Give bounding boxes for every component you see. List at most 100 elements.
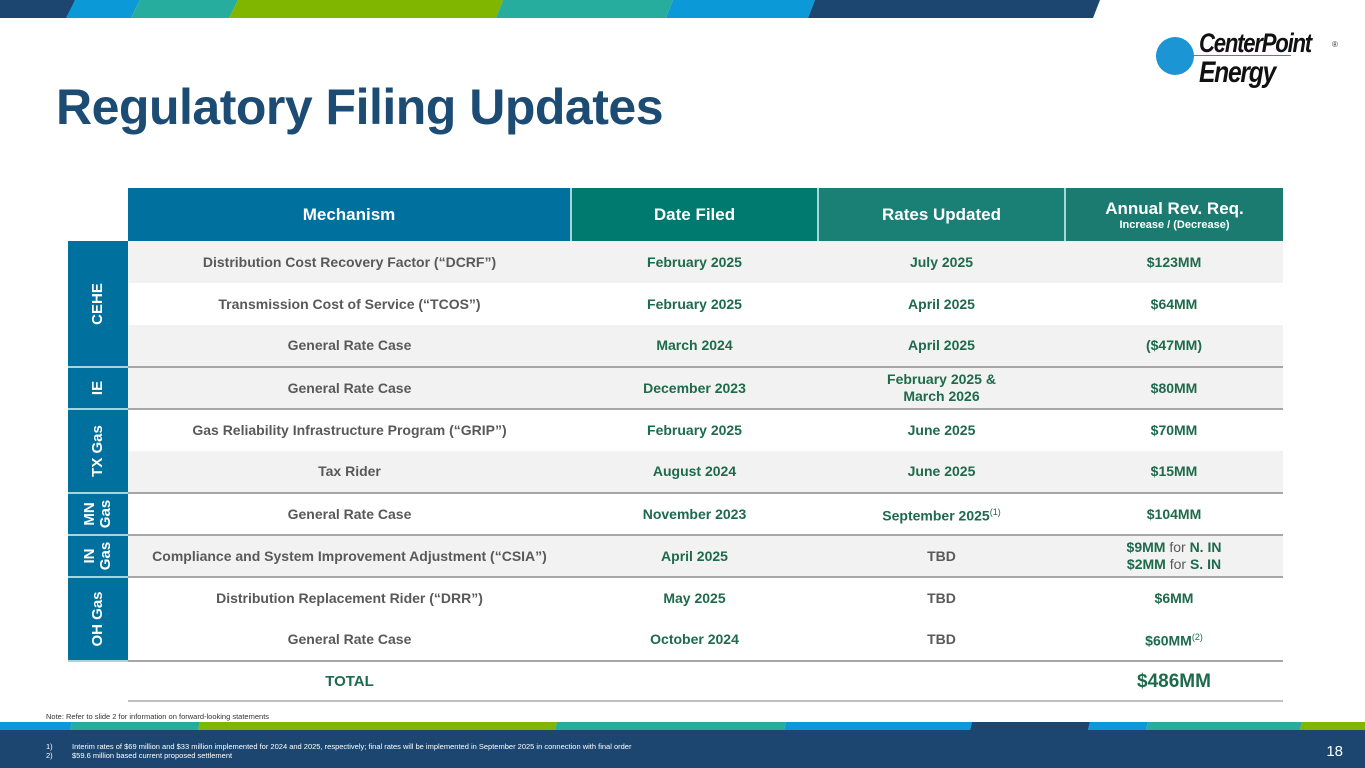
header-rates-updated: Rates Updated — [817, 188, 1065, 241]
rates-line2: March 2026 — [903, 388, 980, 404]
cell-mechanism: General Rate Case — [128, 492, 571, 535]
cell-date-filed: February 2025 — [571, 408, 818, 451]
cell-mechanism: Transmission Cost of Service (“TCOS”) — [128, 283, 571, 325]
header-mechanism: Mechanism — [128, 188, 571, 241]
group-ie: IE — [68, 367, 128, 410]
cell-date-filed: November 2023 — [571, 492, 818, 535]
total-label: TOTAL — [128, 660, 571, 702]
group-label: IN — [81, 548, 98, 564]
header-annual-rev-req: Annual Rev. Req. Increase / (Decrease) — [1064, 188, 1283, 241]
logo-circle-icon — [1156, 37, 1194, 75]
rev-for: for — [1169, 556, 1187, 572]
footnote-ref: (2) — [1191, 632, 1203, 643]
regulatory-filings-table: Mechanism Date Filed Rates Updated Annua… — [68, 188, 1283, 702]
group-oh-gas: OH Gas — [68, 577, 128, 662]
group-in-gas: IN Gas — [68, 535, 128, 578]
total-value: $486MM — [1065, 660, 1283, 702]
header-annual-sub: Increase / (Decrease) — [1119, 218, 1230, 231]
table-row: General Rate Case October 2024 TBD $60MM… — [68, 619, 1283, 661]
footnote-text: Interim rates of $69 million and $33 mil… — [72, 742, 632, 751]
rates-line1: February 2025 & — [887, 371, 996, 387]
footnote-1: 1) Interim rates of $69 million and $33 m… — [46, 742, 631, 751]
cell-rates-updated: TBD — [818, 576, 1065, 619]
cell-mechanism: Compliance and System Improvement Adjust… — [128, 534, 571, 577]
logo-text-line2: Energy — [1199, 56, 1276, 89]
table-row: MN Gas General Rate Case November 2023 Se… — [68, 492, 1283, 536]
total-blank — [68, 661, 128, 701]
cell-annual-rev: $70MM — [1065, 408, 1283, 451]
table-row: IN Gas Compliance and System Improvement … — [68, 534, 1283, 578]
rev-region: S. IN — [1189, 556, 1222, 572]
rev-amount: $9MM — [1126, 539, 1166, 555]
cell-annual-rev: $15MM — [1065, 451, 1283, 493]
cell-mechanism: Distribution Replacement Rider (“DRR”) — [128, 576, 571, 619]
cell-mechanism: General Rate Case — [128, 366, 571, 409]
header-date-filed: Date Filed — [570, 188, 818, 241]
footnote-text: $59.6 million based current proposed set… — [72, 751, 233, 760]
table-row: Tax Rider August 2024 June 2025 $15MM — [68, 451, 1283, 493]
cell-annual-rev: $6MM — [1065, 576, 1283, 619]
cell-rates-updated: June 2025 — [818, 408, 1065, 451]
group-label: CEHE — [89, 282, 106, 325]
cell-rates-updated: June 2025 — [818, 451, 1065, 493]
rev-for: for — [1169, 539, 1186, 555]
cell-annual-rev: $9MM for N. IN $2MM for S. IN — [1065, 534, 1283, 577]
cell-date-filed: May 2025 — [571, 576, 818, 619]
cell-mechanism: Gas Reliability Infrastructure Program (… — [128, 408, 571, 451]
table-header-row: Mechanism Date Filed Rates Updated Annua… — [68, 188, 1283, 241]
group-tx-gas: TX Gas — [68, 409, 128, 494]
logo-text-line1: CenterPoint — [1199, 28, 1312, 58]
cell-date-filed: December 2023 — [571, 366, 818, 409]
table-row: OH Gas Distribution Replacement Rider (“… — [68, 576, 1283, 662]
footer-band: 1) Interim rates of $69 million and $33 m… — [0, 730, 1365, 768]
cell-rates-updated: July 2025 — [818, 241, 1065, 283]
cell-date-filed: March 2024 — [571, 325, 818, 367]
rev-amount: $60MM — [1145, 632, 1192, 649]
page-number: 18 — [1326, 743, 1343, 760]
total-empty — [571, 660, 818, 702]
footnote-number: 2) — [46, 751, 53, 760]
cell-annual-rev: $64MM — [1065, 283, 1283, 325]
table-row: IE General Rate Case December 2023 Febru… — [68, 366, 1283, 410]
forward-looking-note: Note: Refer to slide 2 for information o… — [46, 712, 270, 721]
cell-rates-updated: April 2025 — [818, 283, 1065, 325]
total-row: TOTAL $486MM — [68, 660, 1283, 702]
group-label: MN — [81, 502, 98, 526]
group-label: TX Gas — [89, 425, 106, 477]
table-row: Transmission Cost of Service (“TCOS”) Fe… — [68, 283, 1283, 325]
rev-amount: $2MM — [1126, 556, 1166, 572]
cell-mechanism: Tax Rider — [128, 451, 571, 493]
cell-annual-rev: $123MM — [1065, 241, 1283, 283]
cell-date-filed: April 2025 — [571, 534, 818, 577]
rev-region: N. IN — [1189, 539, 1222, 555]
bottom-color-stripe — [0, 722, 1365, 730]
footnote-ref: (1) — [989, 506, 1001, 517]
group-label: OH Gas — [89, 591, 106, 647]
cell-date-filed: February 2025 — [571, 241, 818, 283]
table-row: TX Gas Gas Reliability Infrastructure Pr… — [68, 408, 1283, 494]
header-blank — [68, 188, 128, 241]
cell-annual-rev: $104MM — [1065, 492, 1283, 535]
footnote-number: 1) — [46, 742, 53, 751]
cell-annual-rev: $80MM — [1065, 366, 1283, 409]
cell-date-filed: August 2024 — [571, 451, 818, 493]
cell-annual-rev: ($47MM) — [1065, 325, 1283, 367]
group-label: Gas — [97, 541, 114, 571]
logo-registered-mark: ® — [1332, 40, 1338, 49]
centerpoint-energy-logo: CenterPoint Energy ® — [1155, 28, 1345, 94]
cell-rates-updated: April 2025 — [818, 325, 1065, 367]
group-cehe: CEHE — [68, 241, 128, 368]
cell-rates-updated: February 2025 & March 2026 — [818, 366, 1065, 409]
cell-annual-rev: $60MM(2) — [1065, 619, 1283, 661]
cell-rates-updated: TBD — [818, 534, 1065, 577]
cell-date-filed: October 2024 — [571, 619, 818, 661]
cell-mechanism: Distribution Cost Recovery Factor (“DCRF… — [128, 241, 571, 283]
rates-text: September 2025 — [882, 507, 990, 524]
cell-mechanism: General Rate Case — [128, 619, 571, 661]
header-annual-label: Annual Rev. Req. — [1105, 198, 1244, 218]
table-row: General Rate Case March 2024 April 2025 … — [68, 325, 1283, 367]
cell-rates-updated: TBD — [818, 619, 1065, 661]
group-label: Gas — [97, 499, 114, 529]
table-row: CEHE Distribution Cost Recovery Factor (… — [68, 241, 1283, 368]
cell-rates-updated: September 2025(1) — [818, 492, 1065, 535]
